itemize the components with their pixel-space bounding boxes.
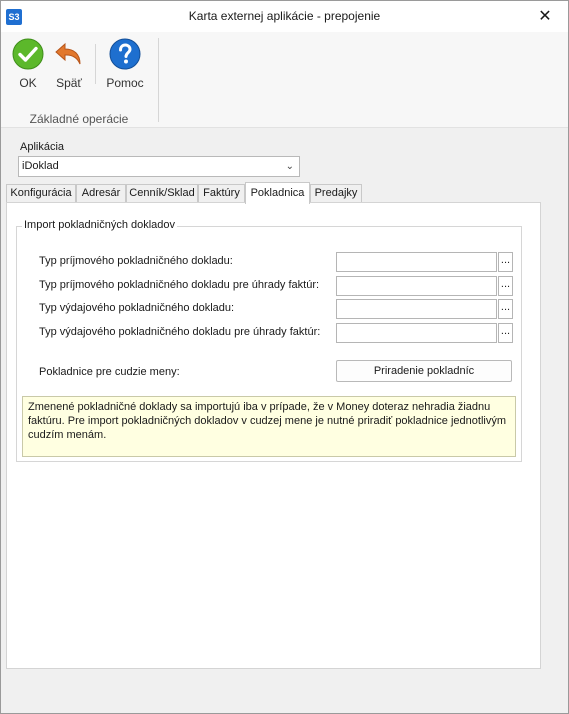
chevron-down-icon: ⌄ (285, 161, 294, 172)
ribbon-toolbar: OK Späť Pomoc Základné operácie (1, 32, 568, 128)
ok-check-icon (12, 38, 44, 70)
receipt-type-invoice-label: Typ príjmového pokladničného dokladu pre… (39, 279, 320, 291)
tab-pokladnica[interactable]: Pokladnica (245, 182, 310, 204)
help-button-label: Pomoc (106, 76, 144, 90)
application-select-value: iDoklad (22, 160, 59, 172)
expense-type-browse-button[interactable]: ... (498, 299, 513, 319)
ok-button-label: OK (19, 76, 37, 90)
foreign-currency-label: Pokladnice pre cudzie meny: (39, 366, 180, 378)
info-note: Zmenené pokladničné doklady sa importujú… (22, 396, 516, 457)
tab-cennik-sklad[interactable]: Cenník/Sklad (126, 184, 198, 203)
tab-panel-pokladnica: Import pokladničných dokladov Typ príjmo… (6, 202, 541, 669)
expense-type-invoice-input[interactable] (336, 323, 497, 343)
expense-type-label: Typ výdajového pokladničného dokladu: (39, 302, 235, 314)
receipt-type-input[interactable] (336, 252, 497, 272)
ribbon-group-separator (158, 38, 159, 122)
help-question-icon (109, 38, 141, 70)
title-bar: S3 Karta externej aplikácie - prepojenie… (1, 1, 568, 32)
receipt-type-browse-button[interactable]: ... (498, 252, 513, 272)
ok-button[interactable]: OK (6, 38, 50, 98)
expense-type-invoice-browse-button[interactable]: ... (498, 323, 513, 343)
ribbon-separator (95, 44, 96, 84)
help-button[interactable]: Pomoc (103, 38, 147, 98)
window-title: Karta externej aplikácie - prepojenie (188, 9, 381, 23)
application-select[interactable]: iDoklad ⌄ (18, 156, 300, 177)
group-title: Import pokladničných dokladov (22, 219, 178, 231)
application-label: Aplikácia (20, 141, 65, 153)
undo-arrow-icon (55, 42, 81, 65)
close-button[interactable]: ✕ (522, 1, 568, 32)
tab-adresar[interactable]: Adresár (76, 184, 126, 203)
receipt-type-invoice-browse-button[interactable]: ... (498, 276, 513, 296)
tab-faktury[interactable]: Faktúry (198, 184, 245, 203)
receipt-type-label: Typ príjmového pokladničného dokladu: (39, 255, 233, 267)
back-button[interactable]: Späť (47, 38, 91, 98)
ribbon-group-label: Základné operácie (29, 112, 129, 126)
back-button-label: Späť (56, 76, 82, 90)
dialog-window: S3 Karta externej aplikácie - prepojenie… (0, 0, 569, 714)
assign-cash-registers-button[interactable]: Priradenie pokladníc (336, 360, 512, 382)
tab-konfiguracia[interactable]: Konfigurácia (6, 184, 76, 203)
import-cash-documents-group: Import pokladničných dokladov Typ príjmo… (16, 219, 522, 462)
receipt-type-invoice-input[interactable] (336, 276, 497, 296)
expense-type-invoice-label: Typ výdajového pokladničného dokladu pre… (39, 326, 321, 338)
expense-type-input[interactable] (336, 299, 497, 319)
tab-predajky[interactable]: Predajky (310, 184, 362, 203)
